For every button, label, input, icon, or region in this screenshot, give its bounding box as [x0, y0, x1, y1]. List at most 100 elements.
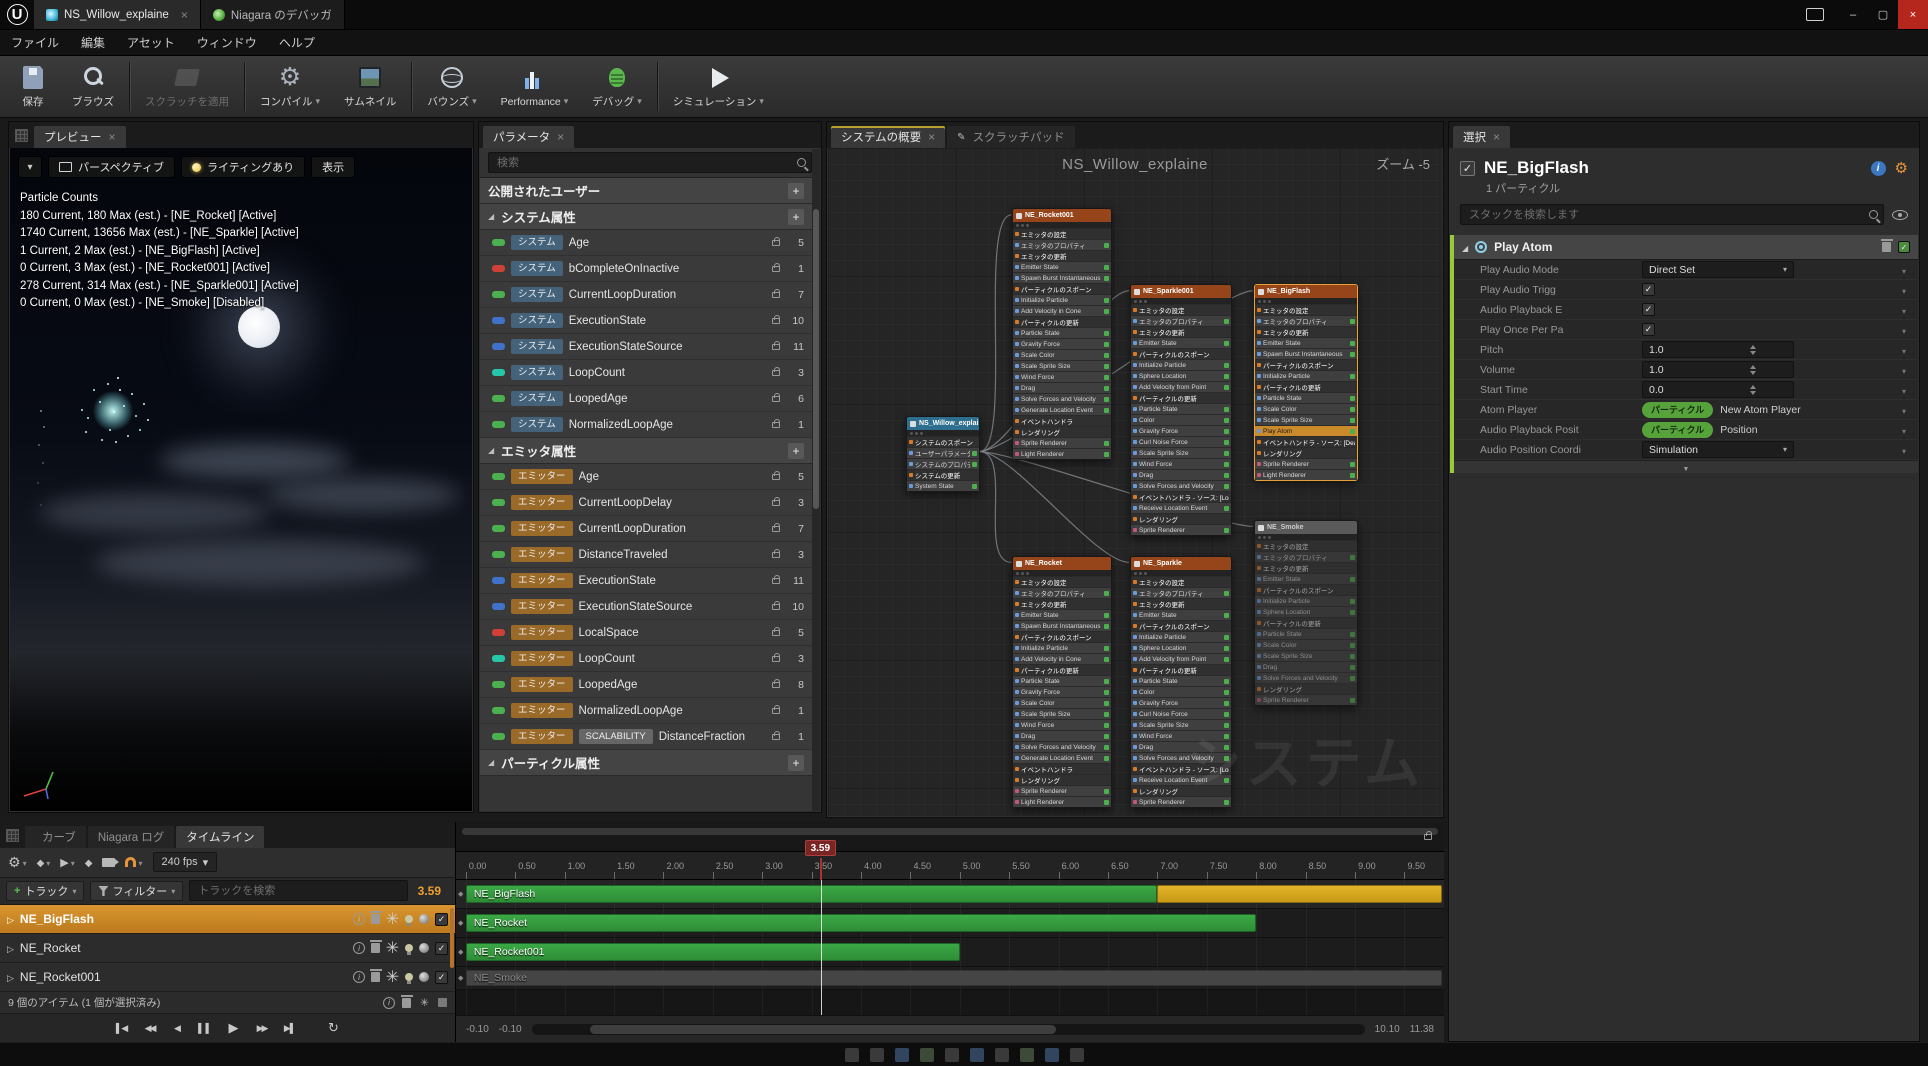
module-enabled-checkbox[interactable]	[1104, 452, 1109, 457]
module-enabled-checkbox[interactable]	[1104, 408, 1109, 413]
node-stack-row[interactable]: Emitter State	[1255, 337, 1357, 348]
module-enabled-checkbox[interactable]	[1104, 441, 1109, 446]
node-stack-row[interactable]: Particle State	[1255, 392, 1357, 403]
node-stack-row[interactable]: Spawn Burst Instantaneous	[1013, 620, 1111, 631]
parameter-section-header[interactable]: 公開されたユーザー	[480, 178, 812, 204]
module-enabled-checkbox[interactable]	[1104, 701, 1109, 706]
taskbar-icon[interactable]	[1070, 1048, 1084, 1062]
lock-icon[interactable]	[1424, 834, 1432, 840]
collapse-arrow-icon[interactable]	[488, 446, 494, 455]
lit-mode-button[interactable]: ライティングあり	[181, 156, 305, 178]
menu-edit[interactable]: 編集	[70, 30, 116, 55]
compile-button[interactable]: コンパイル	[248, 56, 332, 117]
node-stack-row[interactable]: パーティクルの更新	[1131, 392, 1231, 403]
node-stack-row[interactable]: ユーザーパラメータ	[907, 447, 979, 458]
node-stack-row[interactable]: イベントハンドラ	[1013, 415, 1111, 426]
parameter-row[interactable]: エミッターLoopCount3	[480, 646, 812, 672]
module-enabled-checkbox[interactable]	[1104, 375, 1109, 380]
node-header[interactable]: NE_Rocket	[1013, 557, 1111, 570]
node-stack-row[interactable]: レンダリング	[1255, 447, 1357, 458]
parameter-row[interactable]: システムAge5	[480, 230, 812, 256]
node-stack-row[interactable]: エミッタの設定	[1013, 228, 1111, 239]
collapse-arrow-icon[interactable]	[1462, 238, 1468, 256]
module-enabled-checkbox[interactable]	[1224, 363, 1229, 368]
module-enabled-checkbox[interactable]	[1104, 342, 1109, 347]
property-menu-caret[interactable]	[1902, 321, 1912, 339]
module-enabled-checkbox[interactable]	[1224, 800, 1229, 805]
module-enabled-checkbox[interactable]	[1350, 429, 1355, 434]
unreal-engine-logo[interactable]	[0, 0, 34, 29]
node-stack-row[interactable]: システムのスポーン	[907, 436, 979, 447]
node-header[interactable]: NS_Willow_explaine	[907, 417, 979, 430]
node-stack-row[interactable]: Light Renderer	[1255, 469, 1357, 480]
module-enabled-checkbox[interactable]	[1350, 374, 1355, 379]
info-icon[interactable]	[353, 942, 365, 954]
tab-curves[interactable]: カーブ	[25, 826, 86, 848]
node-stack-row[interactable]: Color	[1131, 686, 1231, 697]
node-stack-row[interactable]: Particle State	[1131, 403, 1231, 414]
property-checkbox[interactable]	[1642, 303, 1655, 316]
playback-options-button[interactable]	[60, 855, 74, 869]
burst-icon[interactable]	[418, 997, 431, 1009]
module-enabled-checkbox[interactable]	[1104, 657, 1109, 662]
node-stack-row[interactable]: イベントハンドラ - ソース: [Death	[1255, 436, 1357, 447]
node-stack-row[interactable]: Initialize Particle	[1131, 359, 1231, 370]
panel-drawer-icon[interactable]	[15, 129, 28, 142]
taskbar-icon[interactable]	[920, 1048, 934, 1062]
node-stack-row[interactable]: Solve Forces and Velocity	[1255, 672, 1357, 683]
node-stack-row[interactable]: エミッタの更新	[1255, 326, 1357, 337]
taskbar-icon[interactable]	[845, 1048, 859, 1062]
node-stack-row[interactable]: エミッタの設定	[1131, 304, 1231, 315]
playhead-time-flag[interactable]: 3.59	[805, 840, 836, 856]
filter-button[interactable]: フィルター	[90, 881, 183, 901]
module-enabled-checkbox[interactable]	[1350, 407, 1355, 412]
node-stack-row[interactable]: イベントハンドラ	[1013, 763, 1111, 774]
module-enabled-checkbox[interactable]	[972, 484, 977, 489]
node-stack-row[interactable]: Solve Forces and Velocity	[1131, 480, 1231, 491]
taskbar-icon[interactable]	[870, 1048, 884, 1062]
track-row[interactable]: NE_Rocket	[0, 934, 455, 963]
trash-icon[interactable]	[402, 998, 411, 1008]
transport-jump-to-front-button[interactable]	[109, 1018, 134, 1038]
module-enabled-checkbox[interactable]	[1104, 243, 1109, 248]
show-button[interactable]: 表示	[311, 156, 355, 178]
maximize-button[interactable]	[1868, 0, 1898, 29]
burst-icon[interactable]	[386, 938, 399, 958]
node-stack-row[interactable]: レンダリング	[1013, 426, 1111, 437]
module-enabled-checkbox[interactable]	[1224, 679, 1229, 684]
node-stack-row[interactable]: System State	[907, 480, 979, 491]
node-stack-row[interactable]: Add Velocity from Point	[1131, 653, 1231, 664]
property-menu-caret[interactable]	[1902, 401, 1912, 419]
module-enabled-checkbox[interactable]	[1104, 397, 1109, 402]
node-stack-row[interactable]: レンダリング	[1013, 774, 1111, 785]
panel-drawer-icon[interactable]	[6, 829, 19, 842]
node-enabled-checkbox[interactable]	[1016, 213, 1022, 219]
node-stack-row[interactable]: Particle State	[1013, 327, 1111, 338]
node-stack-row[interactable]: Emitter State	[1255, 573, 1357, 584]
marker-icon[interactable]	[438, 998, 447, 1007]
module-enabled-checkbox[interactable]	[1224, 646, 1229, 651]
node-stack-row[interactable]: エミッタの設定	[1131, 576, 1231, 587]
parameter-row[interactable]: エミッターCurrentLoopDuration7	[480, 516, 812, 542]
trash-icon[interactable]	[371, 914, 380, 924]
viewport-options-dropdown[interactable]	[18, 156, 42, 178]
info-icon[interactable]	[353, 971, 365, 983]
module-enabled-checkbox[interactable]	[1104, 723, 1109, 728]
module-enabled-checkbox[interactable]	[1224, 319, 1229, 324]
menu-asset[interactable]: アセット	[116, 30, 186, 55]
parameter-row[interactable]: システムCurrentLoopDuration7	[480, 282, 812, 308]
transport-step-back-button[interactable]	[165, 1018, 190, 1038]
fps-dropdown[interactable]: 240 fps	[153, 852, 218, 872]
scrollbar-thumb[interactable]	[590, 1025, 1057, 1034]
module-enabled-checkbox[interactable]	[1224, 528, 1229, 533]
number-spinner[interactable]	[1718, 345, 1787, 355]
property-menu-caret[interactable]	[1902, 441, 1912, 459]
node-header[interactable]: NE_Sparkle	[1131, 557, 1231, 570]
burst-icon[interactable]	[386, 909, 399, 929]
module-enabled-checkbox[interactable]	[1224, 591, 1229, 596]
property-menu-caret[interactable]	[1902, 361, 1912, 379]
trash-icon[interactable]	[371, 943, 380, 953]
node-stack-row[interactable]: エミッタの更新	[1013, 250, 1111, 261]
node-ne-sparkle001[interactable]: NE_Sparkle001エミッタの設定エミッタのプロパティエミッタの更新Emi…	[1130, 284, 1232, 536]
module-enabled-checkbox[interactable]	[1104, 734, 1109, 739]
